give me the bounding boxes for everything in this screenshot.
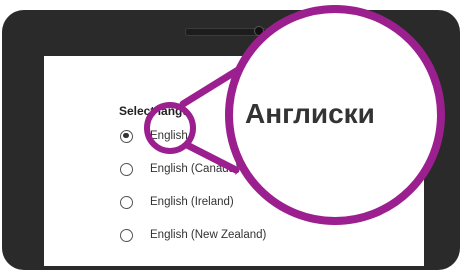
language-option-label: English (Australia)	[150, 130, 244, 142]
language-option-label: English (Ireland)	[150, 196, 234, 208]
language-option-english-australia[interactable]: English (Australia)	[120, 127, 243, 145]
select-language-heading: Select language	[119, 104, 211, 118]
tablet-top-bezel	[2, 10, 460, 46]
language-option-english-canada[interactable]: English (Canada)	[120, 160, 239, 178]
tablet-device: Select language English (Australia) Engl…	[2, 10, 460, 270]
radio-unselected-icon[interactable]	[120, 228, 133, 242]
radio-selected-icon[interactable]	[120, 129, 133, 143]
front-camera-icon	[254, 26, 264, 36]
language-option-english-new-zealand[interactable]: English (New Zealand)	[120, 226, 266, 244]
language-option-label: English (New Zealand)	[150, 229, 267, 241]
tablet-screen: Select language English (Australia) Engl…	[44, 56, 424, 266]
radio-unselected-icon[interactable]	[120, 195, 133, 209]
language-option-label: English (Canada)	[150, 163, 239, 175]
language-option-english-ireland[interactable]: English (Ireland)	[120, 193, 234, 211]
radio-unselected-icon[interactable]	[120, 162, 133, 176]
